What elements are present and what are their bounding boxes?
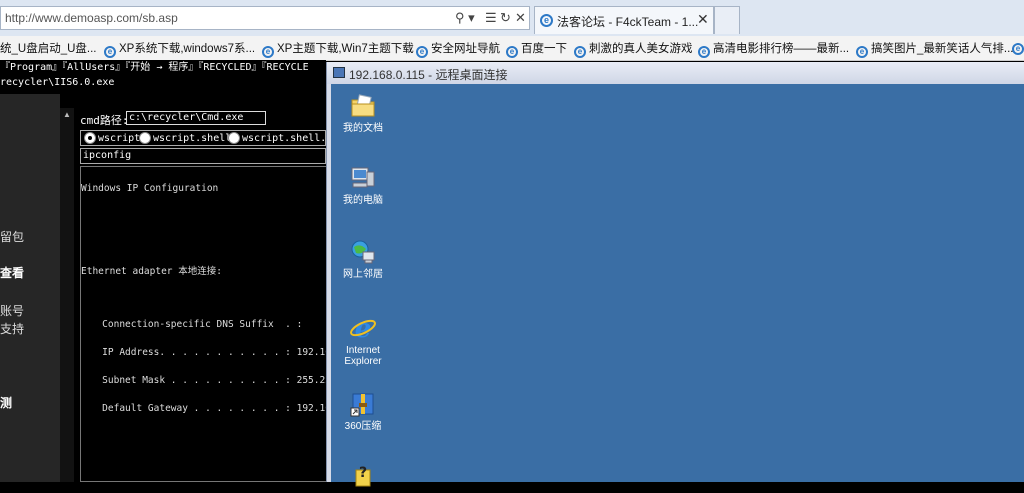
ie-icon: e	[104, 46, 116, 58]
command-output: Windows IP Configuration Ethernet adapte…	[80, 166, 331, 482]
scroll-up-icon[interactable]: ▲	[63, 110, 71, 119]
path-line[interactable]: 『Program』『AllUsers』『开始 → 程序』『RECYCLED』『R…	[0, 60, 326, 75]
favorite-link[interactable]: e 百度一下	[506, 40, 567, 58]
favorite-label: XP系统下载,windows7系...	[119, 43, 256, 55]
nav-item[interactable]: 查看	[0, 264, 24, 281]
desktop-icon-network[interactable]: 网上邻居	[333, 238, 393, 280]
favorite-link[interactable]: e 搞笑图片_最新笑话人气排...	[856, 40, 1013, 58]
rdp-title-bar[interactable]: 192.168.0.115 - 远程桌面连接	[327, 62, 1024, 84]
cmd-path-label: cmd路径:	[80, 114, 129, 127]
desktop-icon-label: 网上邻居	[343, 269, 383, 280]
ie-icon: e	[540, 14, 553, 27]
help-icon: ?	[355, 465, 371, 487]
favorites-bar: 统_U盘启动_U盘... e XP系统下载,windows7系... e XP主题下…	[0, 36, 1024, 61]
nav-item[interactable]: 支持	[0, 320, 24, 337]
left-nav: 留包 查看 账号 支持 测	[0, 94, 60, 482]
ie-icon: e	[574, 46, 586, 58]
compat-view-icon[interactable]: ☰	[485, 10, 497, 26]
browser-tab[interactable]: e 法客论坛 - F4ckTeam - 1... ✕	[534, 6, 714, 34]
address-text: http://www.demoasp.com/sb.asp	[5, 11, 178, 25]
ie-icon: e	[856, 46, 868, 58]
shortcut-path-bar: 『Program』『AllUsers』『开始 → 程序』『RECYCLED』『R…	[0, 60, 326, 94]
desktop-icon-label: 我的文档	[343, 123, 383, 134]
radio-wscript-shell-1[interactable]	[228, 132, 240, 144]
stop-icon[interactable]: ✕	[515, 10, 526, 26]
favorite-label: 搞笑图片_最新笑话人气排...	[871, 43, 1014, 55]
desktop-icon-my-documents[interactable]: 我的文档	[333, 92, 393, 134]
refresh-icon[interactable]: ↻	[500, 10, 511, 26]
svg-text:e: e	[355, 314, 372, 342]
favorite-label: XP主题下载,Win7主题下载	[277, 43, 414, 55]
favorite-link[interactable]: e 刺激的真人美女游戏	[574, 40, 693, 58]
remote-desktop-window: 192.168.0.115 - 远程桌面连接 我的文档 我的电脑 网上邻居 e …	[326, 62, 1024, 487]
nav-item[interactable]: 账号	[0, 302, 24, 319]
folder-docs-icon	[351, 94, 375, 117]
favorite-link[interactable]: e XP主题下载,Win7主题下载	[262, 40, 414, 58]
svg-text:?: ?	[359, 465, 367, 481]
remote-desktop: 我的文档 我的电脑 网上邻居 e Internet Explorer 360压缩…	[331, 84, 1024, 487]
output-line: Windows IP Configuration	[81, 183, 219, 194]
favorite-label: 百度一下	[521, 43, 567, 55]
nav-item[interactable]: 测	[0, 394, 12, 411]
tab-title: 法客论坛 - F4ckTeam - 1...	[557, 15, 699, 29]
address-bar-area: http://www.demoasp.com/sb.asp ⚲ ▾ ☰ ↻ ✕ …	[0, 0, 1024, 36]
radio-wscript[interactable]	[84, 132, 96, 144]
archive-icon	[350, 393, 374, 417]
computer-icon	[351, 167, 375, 188]
cmd-path-input[interactable]: c:\recycler\Cmd.exe	[126, 111, 266, 125]
favorite-label: 统_U盘启动_U盘...	[0, 43, 97, 55]
favorite-label: 刺激的真人美女游戏	[589, 43, 693, 55]
favorite-label: 安全网址导航	[431, 43, 500, 55]
radio-label: wscript.shell.1	[242, 133, 333, 144]
scrollbar[interactable]	[60, 108, 74, 482]
desktop-icon-internet-explorer[interactable]: e Internet Explorer	[333, 314, 393, 367]
desktop-icon-360-zip[interactable]: 360压缩	[333, 390, 393, 432]
path-line: recycler\IIS6.0.exe	[0, 77, 115, 88]
output-line: Connection-specific DNS Suffix . :	[85, 319, 303, 330]
radio-wscript-shell[interactable]	[139, 132, 151, 144]
desktop-icon-my-computer[interactable]: 我的电脑	[333, 164, 393, 206]
favorite-overflow[interactable]: e	[1012, 40, 1024, 55]
nav-item[interactable]: 留包	[0, 228, 24, 245]
ie-icon: e	[262, 46, 274, 58]
desktop-icon-help[interactable]: ?	[333, 462, 393, 493]
output-line: Subnet Mask . . . . . . . . . . : 255.25	[85, 375, 331, 386]
radio-label: wscript	[98, 133, 141, 144]
favorite-label: 高清电影排行榜——最新...	[713, 43, 850, 55]
network-icon	[351, 240, 375, 264]
desktop-icon-label: 我的电脑	[343, 195, 383, 206]
address-input[interactable]: http://www.demoasp.com/sb.asp ⚲ ▾ ☰ ↻ ✕	[0, 6, 530, 30]
favorite-link[interactable]: e 高清电影排行榜——最新...	[698, 40, 849, 58]
ie-icon: e	[1012, 43, 1024, 55]
desktop-icon-label: Internet Explorer	[344, 345, 382, 367]
cmd-panel: cmd路径: c:\recycler\Cmd.exe wscript wscri…	[76, 108, 332, 482]
ie-icon: e	[416, 46, 428, 58]
command-input[interactable]: ipconfig	[80, 148, 326, 164]
output-line: IP Address. . . . . . . . . . . : 192.16	[85, 347, 331, 358]
ie-icon: e	[506, 46, 518, 58]
search-icon[interactable]: ⚲ ▾	[455, 10, 475, 26]
rdp-title: 192.168.0.115 - 远程桌面连接	[349, 68, 508, 82]
desktop-icon-label: 360压缩	[344, 421, 382, 432]
ie-icon: e	[350, 314, 376, 342]
new-tab-button[interactable]	[714, 6, 740, 34]
radio-label: wscript.shell	[153, 133, 232, 144]
favorite-link[interactable]: e 安全网址导航	[416, 40, 500, 58]
remote-desktop-icon	[333, 67, 345, 78]
favorite-link[interactable]: 统_U盘启动_U盘...	[0, 40, 97, 56]
ie-icon: e	[698, 46, 710, 58]
tab-close-icon[interactable]: ✕	[697, 11, 709, 28]
favorite-link[interactable]: e XP系统下载,windows7系...	[104, 40, 255, 58]
output-line: Ethernet adapter 本地连接:	[81, 266, 222, 277]
output-line: Default Gateway . . . . . . . . : 192.16	[85, 403, 331, 414]
